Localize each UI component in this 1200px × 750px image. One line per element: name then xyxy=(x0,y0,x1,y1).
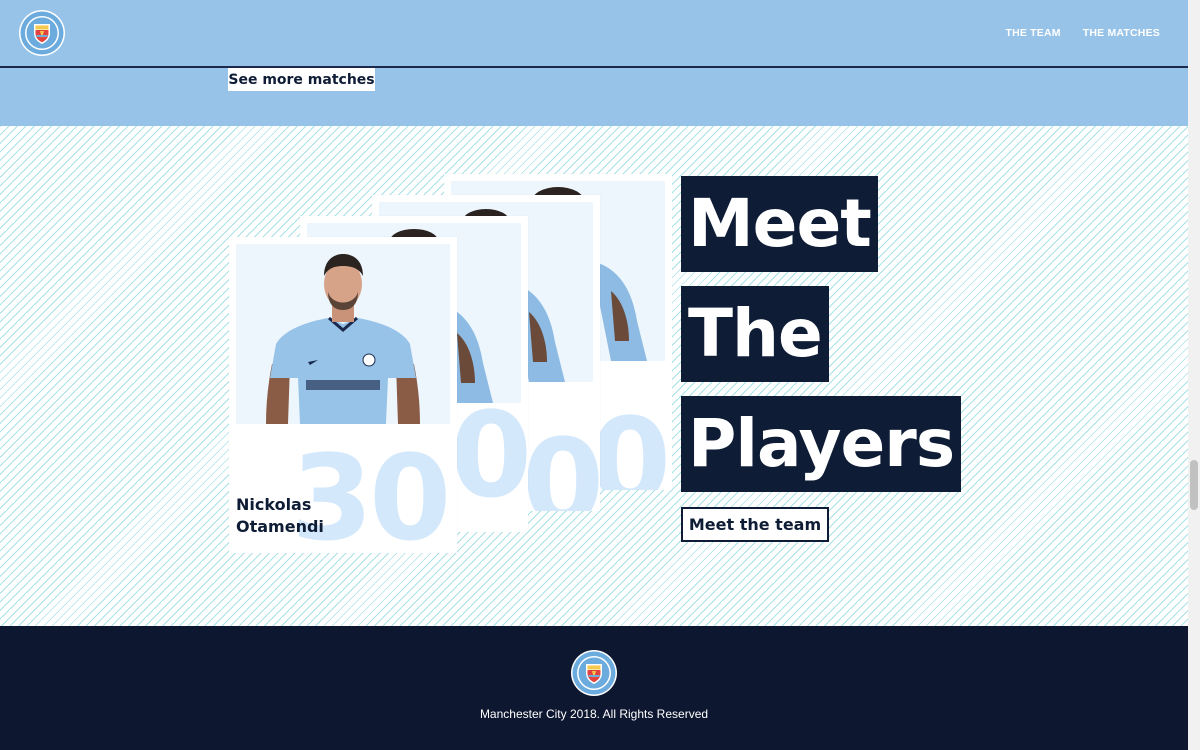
player-card-featured[interactable]: 30 Nickolas Otamendi xyxy=(229,237,457,553)
nav-item-the-team[interactable]: THE TEAM xyxy=(1005,27,1060,39)
matches-section-end: See more matches xyxy=(0,68,1188,126)
see-more-matches-button[interactable]: See more matches xyxy=(228,68,375,91)
player-number: 0 xyxy=(589,392,671,490)
site-footer: Manchester City 2018. All Rights Reserve… xyxy=(0,626,1188,750)
player-image xyxy=(266,254,420,424)
club-crest-footer-icon xyxy=(570,649,618,697)
site-header: THE TEAM THE MATCHES xyxy=(0,0,1188,68)
players-section: 0 0 0 30 Nickolas Otamendi Meet The Play… xyxy=(0,126,1188,626)
heading-word-meet: Meet xyxy=(681,176,878,272)
player-number: 0 xyxy=(450,386,528,524)
copyright-text: Manchester City 2018. All Rights Reserve… xyxy=(479,707,709,721)
nav-item-the-matches[interactable]: THE MATCHES xyxy=(1083,27,1160,39)
heading-word-the: The xyxy=(681,286,829,382)
main-nav: THE TEAM THE MATCHES xyxy=(1005,27,1160,39)
meet-the-team-button[interactable]: Meet the team xyxy=(681,507,829,542)
player-photo xyxy=(236,244,450,424)
scrollbar-thumb[interactable] xyxy=(1190,460,1198,510)
heading-word-players: Players xyxy=(681,396,962,492)
player-name: Nickolas Otamendi xyxy=(236,495,324,536)
player-number: 0 xyxy=(522,413,600,511)
page-scrollbar[interactable] xyxy=(1188,0,1200,750)
club-crest-logo-icon[interactable] xyxy=(18,9,66,57)
